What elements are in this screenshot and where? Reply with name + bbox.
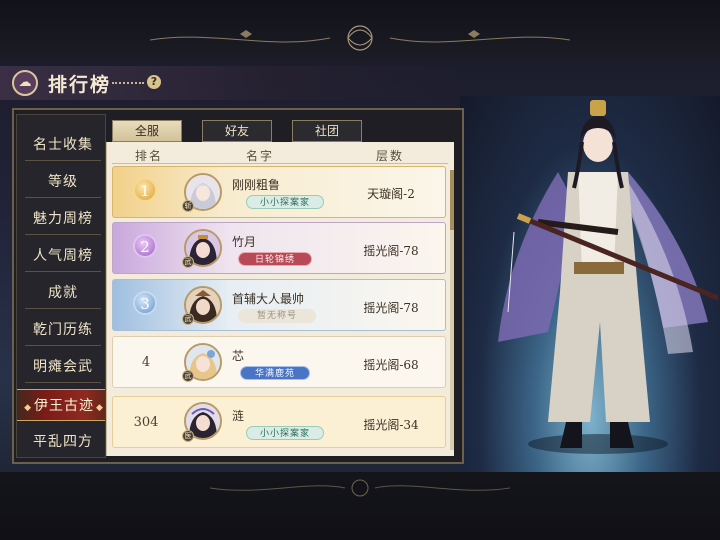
avatar-badge: 斩 xyxy=(182,200,194,212)
player-name: 刚刚粗鲁 xyxy=(232,178,281,192)
floor-value: 天璇阁-2 xyxy=(367,187,415,201)
sidebar-item-qianmen-training[interactable]: 乾门历练 xyxy=(25,314,101,346)
floor-value: 摇光阁-78 xyxy=(363,244,419,258)
sidebar-item-label: 魅力周榜 xyxy=(33,211,93,227)
player-title-badge: 小小探案家 xyxy=(246,426,324,440)
player-title-badge: 华满鹿苑 xyxy=(240,366,310,380)
gold-medal-icon: 1 xyxy=(133,178,157,202)
player-title-badge: 日轮锦绣 xyxy=(238,252,312,266)
rank-number: 304 xyxy=(133,415,159,430)
top-ornament-pattern xyxy=(150,25,570,51)
scrollbar-thumb[interactable] xyxy=(450,170,454,230)
sidebar-item-charm-weekly[interactable]: 魅力周榜 xyxy=(25,203,101,235)
sidebar-item-label: 平乱四方 xyxy=(33,434,93,450)
avatar-badge: 武 xyxy=(182,370,194,382)
sidebar-item-pacify-four-directions[interactable]: 平乱四方 xyxy=(25,426,101,457)
title-divider xyxy=(112,82,144,84)
avatar-badge: 武 xyxy=(182,313,194,325)
avatar-badge: 医 xyxy=(182,430,194,442)
player-name: 芯 xyxy=(232,349,245,363)
sidebar-item-achievement[interactable]: 成就 xyxy=(25,277,101,309)
sidebar-item-yiwang-ruins[interactable]: ◆ 伊王古迹 ◆ xyxy=(17,389,105,421)
sidebar-item-label: 成就 xyxy=(48,285,78,301)
floor-value: 摇光阁-34 xyxy=(363,418,419,432)
column-header-floor: 层数 xyxy=(376,149,405,163)
sidebar-item-label: 人气周榜 xyxy=(33,248,93,264)
category-sidebar: 名士收集 等级 魅力周榜 人气周榜 成就 乾门历练 明瘫会武 ◆ 伊王古迹 ◆ 平乱… xyxy=(16,114,106,458)
player-name: 涟 xyxy=(232,409,245,423)
column-header-name: 名字 xyxy=(246,149,275,163)
page-title: 排行榜 xyxy=(48,74,112,96)
floor-value: 摇光阁-68 xyxy=(363,358,419,372)
sidebar-item-level[interactable]: 等级 xyxy=(25,166,101,198)
player-name: 竹月 xyxy=(232,235,257,249)
sidebar-item-label: 名士收集 xyxy=(33,137,93,153)
header-divider xyxy=(112,163,448,164)
diamond-icon: ◆ xyxy=(96,403,104,413)
tab-server[interactable]: 全服 xyxy=(112,120,182,142)
tab-club[interactable]: 社团 xyxy=(292,120,362,142)
player-title-badge: 小小探案家 xyxy=(246,195,324,209)
sidebar-item-label: 等级 xyxy=(48,174,78,190)
sidebar-item-martial-contest[interactable]: 明瘫会武 xyxy=(25,351,101,383)
column-header-rank: 排名 xyxy=(135,149,164,163)
sidebar-item-label: 伊王古迹 xyxy=(34,398,94,414)
bottom-ornament-pattern xyxy=(210,479,510,497)
player-title-badge: 暂无称号 xyxy=(238,309,316,323)
help-icon[interactable]: ? xyxy=(147,75,161,89)
bronze-medal-icon: 3 xyxy=(133,291,157,315)
sidebar-item-label: 明瘫会武 xyxy=(33,359,93,375)
character-illustration xyxy=(498,100,719,454)
player-name: 首辅大人最帅 xyxy=(232,292,305,306)
diamond-icon: ◆ xyxy=(24,403,32,413)
sidebar-item-label: 乾门历练 xyxy=(33,322,93,338)
cloud-emblem-icon: ☁ xyxy=(12,70,38,96)
tab-friends[interactable]: 好友 xyxy=(202,120,272,142)
sidebar-item-popularity-weekly[interactable]: 人气周榜 xyxy=(25,240,101,272)
floor-value: 摇光阁-78 xyxy=(363,301,419,315)
avatar-badge: 武 xyxy=(182,256,194,268)
rank-number: 4 xyxy=(141,355,151,370)
sidebar-item-celebrity-collection[interactable]: 名士收集 xyxy=(25,129,101,161)
silver-medal-icon: 2 xyxy=(133,234,157,258)
